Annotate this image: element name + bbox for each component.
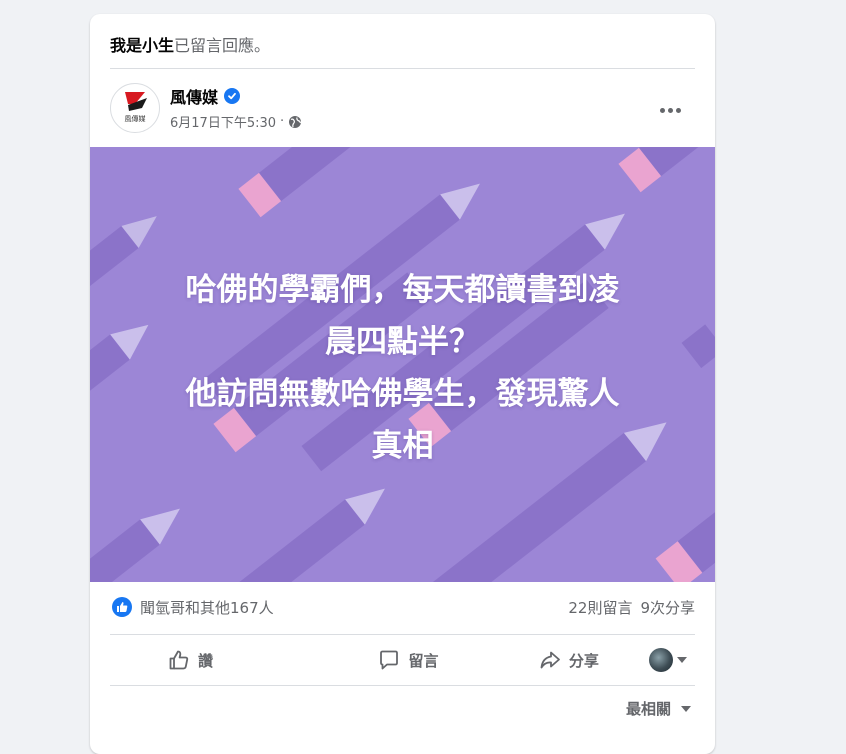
- meta-separator: ·: [280, 114, 285, 129]
- page-avatar[interactable]: 風傳媒: [110, 83, 160, 133]
- storm-media-logo: [125, 92, 147, 111]
- caret-down-icon: [676, 657, 687, 663]
- share-button[interactable]: 分享: [489, 640, 649, 680]
- like-button[interactable]: 讚: [110, 640, 328, 680]
- post-headline: 哈佛的學霸們，每天都讀書到凌 晨四點半？ 他訪問無數哈佛學生，發現驚人 真相: [185, 272, 620, 464]
- comments-count[interactable]: 22則留言: [568, 597, 632, 618]
- share-arrow-icon: [540, 651, 560, 669]
- sort-label: 最相關: [625, 700, 671, 718]
- top-divider: [110, 68, 695, 69]
- activity-user[interactable]: 我是小生: [110, 36, 174, 55]
- page-name[interactable]: 風傳媒: [170, 84, 218, 108]
- like-reaction-icon[interactable]: [112, 597, 132, 617]
- profile-switcher[interactable]: [648, 648, 695, 672]
- more-options-button[interactable]: [652, 92, 688, 128]
- shares-count[interactable]: 9次分享: [640, 597, 695, 618]
- action-bar: 讚 留言 分享: [110, 634, 695, 686]
- chevron-down-icon: [681, 705, 691, 712]
- globe-icon[interactable]: [288, 115, 302, 129]
- actions-divider: [110, 685, 695, 686]
- post-image[interactable]: 哈佛的學霸們，每天都讀書到凌 晨四點半？ 他訪問無數哈佛學生，發現驚人 真相: [90, 147, 715, 582]
- activity-action: 已留言回應。: [174, 36, 271, 55]
- comment-sort-dropdown[interactable]: 最相關: [626, 698, 691, 719]
- dot-icon: [667, 107, 673, 113]
- comment-label: 留言: [408, 651, 439, 670]
- reactions-summary[interactable]: 聞氫哥和其他167人: [140, 597, 274, 618]
- dot-icon: [659, 107, 665, 113]
- thumbs-up-icon: [169, 650, 189, 670]
- dot-icon: [675, 107, 681, 113]
- like-label: 讚: [198, 651, 214, 670]
- comment-bubble-icon: [380, 650, 399, 670]
- avatar-logo-text: 風傳媒: [124, 115, 146, 123]
- comment-button[interactable]: 留言: [328, 640, 488, 680]
- post-meta: 6月17日下午5:30 ·: [170, 112, 302, 131]
- share-label: 分享: [568, 651, 599, 670]
- verified-badge-icon: [224, 88, 241, 104]
- post-timestamp[interactable]: 6月17日下午5:30: [170, 112, 276, 131]
- activity-line: 我是小生已留言回應。: [110, 32, 270, 56]
- page-name-row: 風傳媒: [170, 84, 241, 108]
- post-card: 我是小生已留言回應。 風傳媒 風傳媒 6月17日下午5:30 · 哈佛的學霸們，…: [90, 14, 715, 754]
- engagement-stats: 聞氫哥和其他167人 22則留言 9次分享: [112, 594, 695, 620]
- user-avatar: [648, 648, 673, 672]
